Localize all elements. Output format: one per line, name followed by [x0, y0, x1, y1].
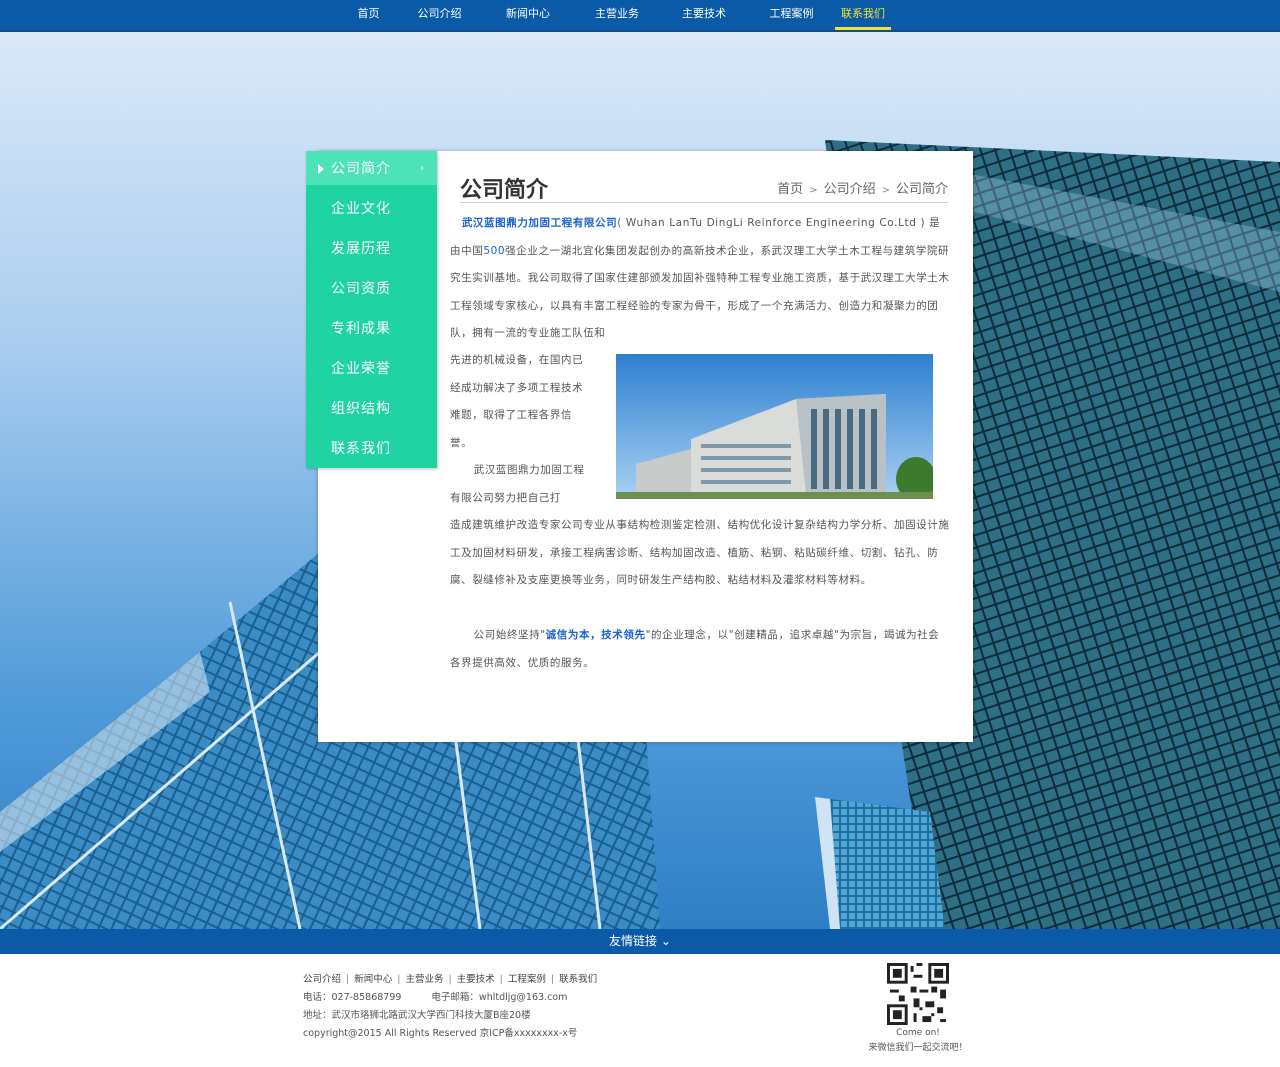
- philosophy-text-a: 公司始终坚持": [473, 629, 546, 641]
- top-nav-list: 首页 公司介绍 新闻中心 主营业务 主要技术 工程案例 联系我们: [340, 0, 891, 30]
- sidebar-item-organization[interactable]: 组织结构: [306, 390, 437, 430]
- intro-paragraph: 武汉蓝图鼎力加固工程有限公司( Wuhan LanTu DingLi Reinf…: [450, 210, 950, 348]
- footer: 公司介绍 | 新闻中心 | 主营业务 | 主要技术 | 工程案例 | 联系我们 电话：027-858…: [0, 954, 1280, 1067]
- triangle-right-icon: [318, 164, 324, 174]
- page-title: 公司简介: [460, 178, 549, 203]
- panel-header: 公司简介 首页 > 公司介绍 > 公司简介: [460, 172, 948, 203]
- footer-address: 地址：武汉市珞狮北路武汉大学西门科技大厦B座20楼: [303, 1010, 531, 1021]
- qr-caption-en: Come on!: [896, 1028, 940, 1038]
- sidebar-item-label: 组织结构: [331, 401, 391, 417]
- friend-links-label: 友情链接: [609, 934, 658, 948]
- footer-divider: |: [448, 974, 452, 985]
- nav-item-technology[interactable]: 主要技术: [660, 0, 748, 30]
- sidebar-menu: 公司简介 › 企业文化 发展历程 公司资质 专利成果 企业荣誉 组织结构 联系我…: [306, 151, 437, 468]
- footer-divider: |: [397, 974, 401, 985]
- intro-highlight-500: 500: [483, 244, 506, 257]
- sidebar-item-label: 发展历程: [331, 241, 391, 257]
- sidebar-item-history[interactable]: 发展历程: [306, 230, 437, 270]
- sidebar-item-label: 联系我们: [331, 441, 391, 457]
- breadcrumb-about[interactable]: 公司介绍: [824, 182, 876, 197]
- nav-item-home[interactable]: 首页: [340, 0, 397, 30]
- sidebar-item-patents[interactable]: 专利成果: [306, 310, 437, 350]
- breadcrumb: 首页 > 公司介绍 > 公司简介: [777, 178, 948, 197]
- sidebar-item-honors[interactable]: 企业荣誉: [306, 350, 437, 390]
- footer-link-cases[interactable]: 工程案例: [508, 974, 546, 985]
- footer-links: 公司介绍 | 新闻中心 | 主营业务 | 主要技术 | 工程案例 | 联系我们: [303, 971, 597, 985]
- footer-link-technology[interactable]: 主要技术: [457, 974, 495, 985]
- breadcrumb-separator-icon: >: [881, 185, 890, 196]
- sidebar-item-contact[interactable]: 联系我们: [306, 430, 437, 470]
- breadcrumb-separator-icon: >: [809, 185, 818, 196]
- friend-links-toggle[interactable]: 友情链接 ⌄: [609, 934, 671, 948]
- services-text: 造成建筑维护改造专家公司专业从事结构检测鉴定检测、结构优化设计复杂结构力学分析、…: [450, 519, 950, 586]
- nav-item-contact[interactable]: 联系我们: [835, 0, 891, 30]
- sidebar-item-culture[interactable]: 企业文化: [306, 190, 437, 230]
- sidebar-item-company-profile[interactable]: 公司简介 ›: [306, 151, 437, 185]
- footer-copyright: copyright@2015 All Rights Reserved 京ICP备…: [303, 1028, 578, 1039]
- breadcrumb-current: 公司简介: [895, 182, 948, 197]
- company-building-photo: [616, 354, 933, 499]
- company-name: 武汉蓝图鼎力加固工程有限公司: [461, 217, 618, 229]
- qr-code-icon: [887, 963, 949, 1025]
- sidebar-item-qualification[interactable]: 公司资质: [306, 270, 437, 310]
- footer-link-about[interactable]: 公司介绍: [303, 974, 341, 985]
- nav-item-business[interactable]: 主营业务: [574, 0, 660, 30]
- nav-item-about[interactable]: 公司介绍: [397, 0, 482, 30]
- sidebar-item-label: 公司简介: [331, 161, 391, 177]
- philosophy-paragraph: 公司始终坚持"诚信为本，技术领先"的企业理念，以"创建精品，追求卓越"为宗旨，竭…: [450, 622, 950, 677]
- footer-divider: |: [550, 974, 555, 985]
- footer-phone: 电话：027-85868799: [303, 992, 402, 1003]
- friend-links-bar: 友情链接 ⌄: [0, 929, 1280, 954]
- footer-email: 电子邮箱：whltdljg@163.com: [431, 992, 568, 1003]
- nav-item-cases[interactable]: 工程案例: [748, 0, 835, 30]
- equipment-text: 先进的机械设备，在国内已经成功解决了多项工程技术难题，取得了工程各界信誉。: [450, 354, 584, 449]
- footer-link-contact[interactable]: 联系我们: [559, 974, 597, 985]
- footer-link-business[interactable]: 主营业务: [405, 974, 443, 985]
- top-navigation: 首页 公司介绍 新闻中心 主营业务 主要技术 工程案例 联系我们: [0, 0, 1280, 32]
- nav-item-news[interactable]: 新闻中心: [482, 0, 574, 30]
- chevron-right-icon: ›: [420, 163, 425, 174]
- sidebar-item-label: 专利成果: [331, 321, 391, 337]
- chevron-down-icon: ⌄: [660, 934, 671, 948]
- equipment-paragraph: 先进的机械设备，在国内已经成功解决了多项工程技术难题，取得了工程各界信誉。 武汉…: [450, 347, 590, 512]
- footer-contact-line: 电话：027-85868799 电子邮箱：whltdljg@163.com: [303, 989, 567, 1003]
- philosophy-highlight: 诚信为本，技术领先: [545, 629, 646, 641]
- services-paragraph: 造成建筑维护改造专家公司专业从事结构检测鉴定检测、结构优化设计复杂结构力学分析、…: [450, 512, 950, 595]
- effort-text: 武汉蓝图鼎力加固工程有限公司努力把自己打: [450, 464, 585, 504]
- footer-link-news[interactable]: 新闻中心: [354, 974, 392, 985]
- sidebar-item-label: 企业文化: [331, 201, 391, 217]
- sidebar-item-label: 公司资质: [331, 281, 391, 297]
- qr-caption-cn: 来微信我们一起交流吧！: [868, 1043, 968, 1053]
- intro-text-b: 强企业之一湖北宜化集团发起创办的高新技术企业，系武汉理工大学土木工程与建筑学院研…: [450, 244, 950, 340]
- sidebar-item-label: 企业荣誉: [331, 361, 391, 377]
- footer-divider: |: [346, 974, 350, 985]
- breadcrumb-home[interactable]: 首页: [777, 182, 803, 197]
- footer-divider: |: [499, 974, 503, 985]
